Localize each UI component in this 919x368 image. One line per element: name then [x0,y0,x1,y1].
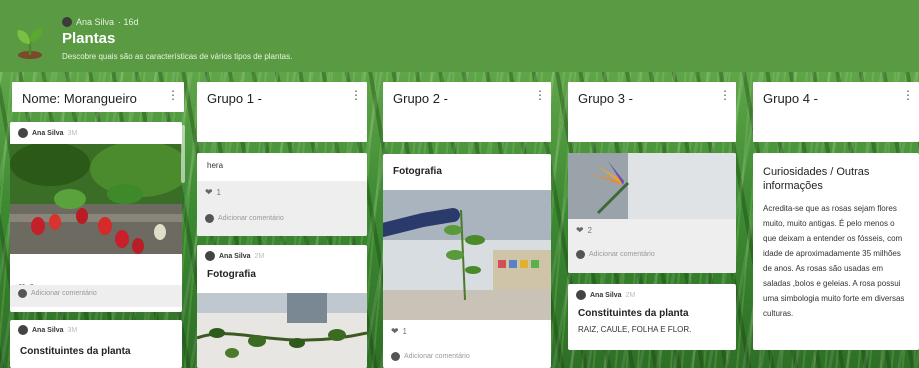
column-header-grupo-4[interactable]: Grupo 4 - ⋮ [753,82,919,142]
likes-count: 1 [216,188,221,197]
avatar [18,325,28,335]
post-card-strawberry[interactable]: Ana Silva 3M ❤ 2 [10,122,182,312]
post-card-fotografia-grupo2[interactable]: Fotografia ❤ 1 Adicionar comentário [383,154,551,368]
header-author: Ana Silva [76,17,115,27]
likes-row[interactable]: ❤ 2 [568,219,736,240]
post-author: Ana Silva 3M [10,122,182,144]
post-time: 2M [625,291,636,299]
likes-row[interactable]: ❤ 1 [383,322,415,341]
avatar [205,251,215,261]
strawberry-photo[interactable] [10,144,182,254]
column-header-grupo-2[interactable]: Grupo 2 - ⋮ [383,82,551,142]
column-menu-icon[interactable]: ⋮ [719,88,731,102]
comment-bar[interactable]: Adicionar comentário [10,285,182,307]
post-card-constituintes[interactable]: Ana Silva 3M Constituintes da planta [10,320,182,368]
column-header-grupo-1[interactable]: Grupo 1 - ⋮ [197,82,367,142]
plant-image [383,190,551,320]
post-card-hera[interactable]: hera ❤ 1 Adicionar comentário [197,153,367,236]
likes-row[interactable]: ❤ 1 [197,181,367,202]
column-menu-icon[interactable]: ⋮ [534,88,546,102]
author-name: Ana Silva [32,129,64,137]
add-comment-label: Adicionar comentário [589,251,655,258]
page-description: Descobre quais são as características de… [62,52,293,61]
likes-count: 1 [402,327,407,336]
column-header-morangueiro[interactable]: Nome: Morangueiro ⋮ [12,82,184,112]
post-card-constituintes-grupo3[interactable]: Ana Silva 2M Constituintes da planta RAI… [568,284,736,350]
author-name: Ana Silva [219,252,251,260]
add-comment[interactable]: Adicionar comentário [10,285,182,302]
column-title: Nome: Morangueiro [22,91,137,106]
avatar [205,214,214,223]
post-text: hera [207,161,224,170]
post-card-curiosidades[interactable]: Curiosidades / Outras informações Acredi… [753,153,919,350]
column-menu-icon[interactable]: ⋮ [167,88,179,102]
column-title: Grupo 2 - [393,91,448,106]
add-comment[interactable]: Adicionar comentário [568,240,736,263]
heart-icon[interactable]: ❤ [391,326,399,337]
scrollbar[interactable] [181,125,185,183]
avatar [391,352,400,361]
author-name: Ana Silva [32,326,64,334]
avatar [576,290,586,300]
post-title: Curiosidades / Outras informações [763,166,870,192]
heart-icon[interactable]: ❤ [205,187,213,198]
post-text: RAIZ, CAULE, FOLHA E FLOR. [578,325,692,334]
avatar [18,128,28,138]
add-comment-label: Adicionar comentário [31,290,97,297]
column-menu-icon[interactable]: ⋮ [350,88,362,102]
avatar [576,250,585,259]
page-title: Plantas [62,30,116,47]
strawberry-image [10,144,182,254]
post-card-flower[interactable]: ❤ 2 Adicionar comentário [568,153,736,273]
post-time: 3M [67,326,78,334]
post-author: Ana Silva 2M [197,245,367,267]
add-comment-label: Adicionar comentário [404,353,470,360]
post-card-fotografia-grupo1[interactable]: Ana Silva 2M Fotografia [197,245,367,368]
avatar [18,289,27,298]
header-author-line: Ana Silva · 16d [62,17,139,27]
post-title: Constituintes da planta [20,346,131,357]
bird-of-paradise-image [568,153,736,219]
flower-photo[interactable] [568,153,736,219]
likes-count: 2 [587,226,592,235]
post-time: 2M [254,252,265,260]
avatar [62,17,72,27]
post-title: Fotografia [393,166,442,177]
add-comment[interactable]: Adicionar comentário [197,202,367,227]
wall-header: Ana Silva · 16d Plantas Descobre quais s… [0,0,919,72]
post-author: Ana Silva 2M [568,284,736,306]
column-title: Grupo 1 - [207,91,262,106]
header-age: · 16d [118,17,139,27]
post-text: Acredita-se que as rosas sejam flores mu… [763,204,905,318]
column-title: Grupo 4 - [763,91,818,106]
post-title: Fotografia [207,269,256,280]
post-author: Ana Silva 3M [10,320,182,340]
sprout-icon [17,28,43,59]
post-title: Constituintes da planta [578,308,689,319]
column-menu-icon[interactable]: ⋮ [902,88,914,102]
heart-icon[interactable]: ❤ [576,225,584,236]
post-time: 3M [67,129,78,137]
ivy-photo[interactable] [197,293,367,368]
add-comment-label: Adicionar comentário [218,215,284,222]
author-name: Ana Silva [590,291,622,299]
column-title: Grupo 3 - [578,91,633,106]
add-comment[interactable]: Adicionar comentário [383,348,478,365]
ivy-image [197,293,367,368]
column-header-grupo-3[interactable]: Grupo 3 - ⋮ [568,82,736,142]
plant-photo[interactable] [383,190,551,320]
